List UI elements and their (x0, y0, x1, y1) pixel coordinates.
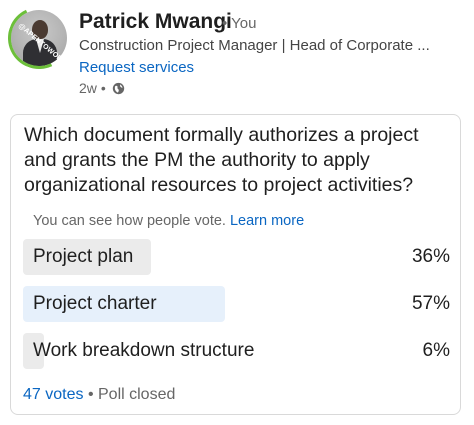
footer-separator: • (87, 386, 94, 403)
poll-option-percent: 36% (411, 246, 450, 267)
learn-more-link[interactable]: Learn more (230, 213, 304, 229)
author-headline: Construction Project Manager | Head of C… (79, 37, 430, 54)
meta-separator: • (100, 80, 106, 96)
poll-option-label: Project charter (33, 293, 157, 314)
globe-icon (112, 82, 124, 94)
vote-note-text: You can see how people vote. (33, 213, 226, 229)
poll-question: Which document formally authorizes a pro… (24, 124, 419, 196)
poll-footer: 47 votes • Poll closed (23, 386, 175, 404)
poll-option[interactable]: Project charter 57% (23, 286, 450, 322)
poll-option[interactable]: Work breakdown structure 6% (23, 333, 450, 369)
poll-status: Poll closed (98, 386, 176, 403)
connection-degree: • You (222, 15, 257, 32)
vote-visibility-note: You can see how people vote. Learn more (33, 213, 304, 229)
author-name[interactable]: Patrick Mwangi (79, 10, 232, 34)
poll-card: Which document formally authorizes a pro… (10, 114, 461, 415)
post-header: @APENTOWORK Patrick Mwangi • You Constru… (0, 0, 474, 110)
poll-option-percent: 57% (411, 293, 450, 314)
poll-option-percent: 6% (422, 340, 450, 361)
poll-option-label: Project plan (33, 246, 134, 267)
poll-option[interactable]: Project plan 36% (23, 239, 450, 275)
post-meta: 2w • (79, 80, 125, 96)
post-age: 2w (79, 80, 97, 96)
vote-count-link[interactable]: 47 votes (23, 386, 83, 403)
request-services-link[interactable]: Request services (79, 59, 194, 76)
poll-option-label: Work breakdown structure (33, 340, 255, 361)
